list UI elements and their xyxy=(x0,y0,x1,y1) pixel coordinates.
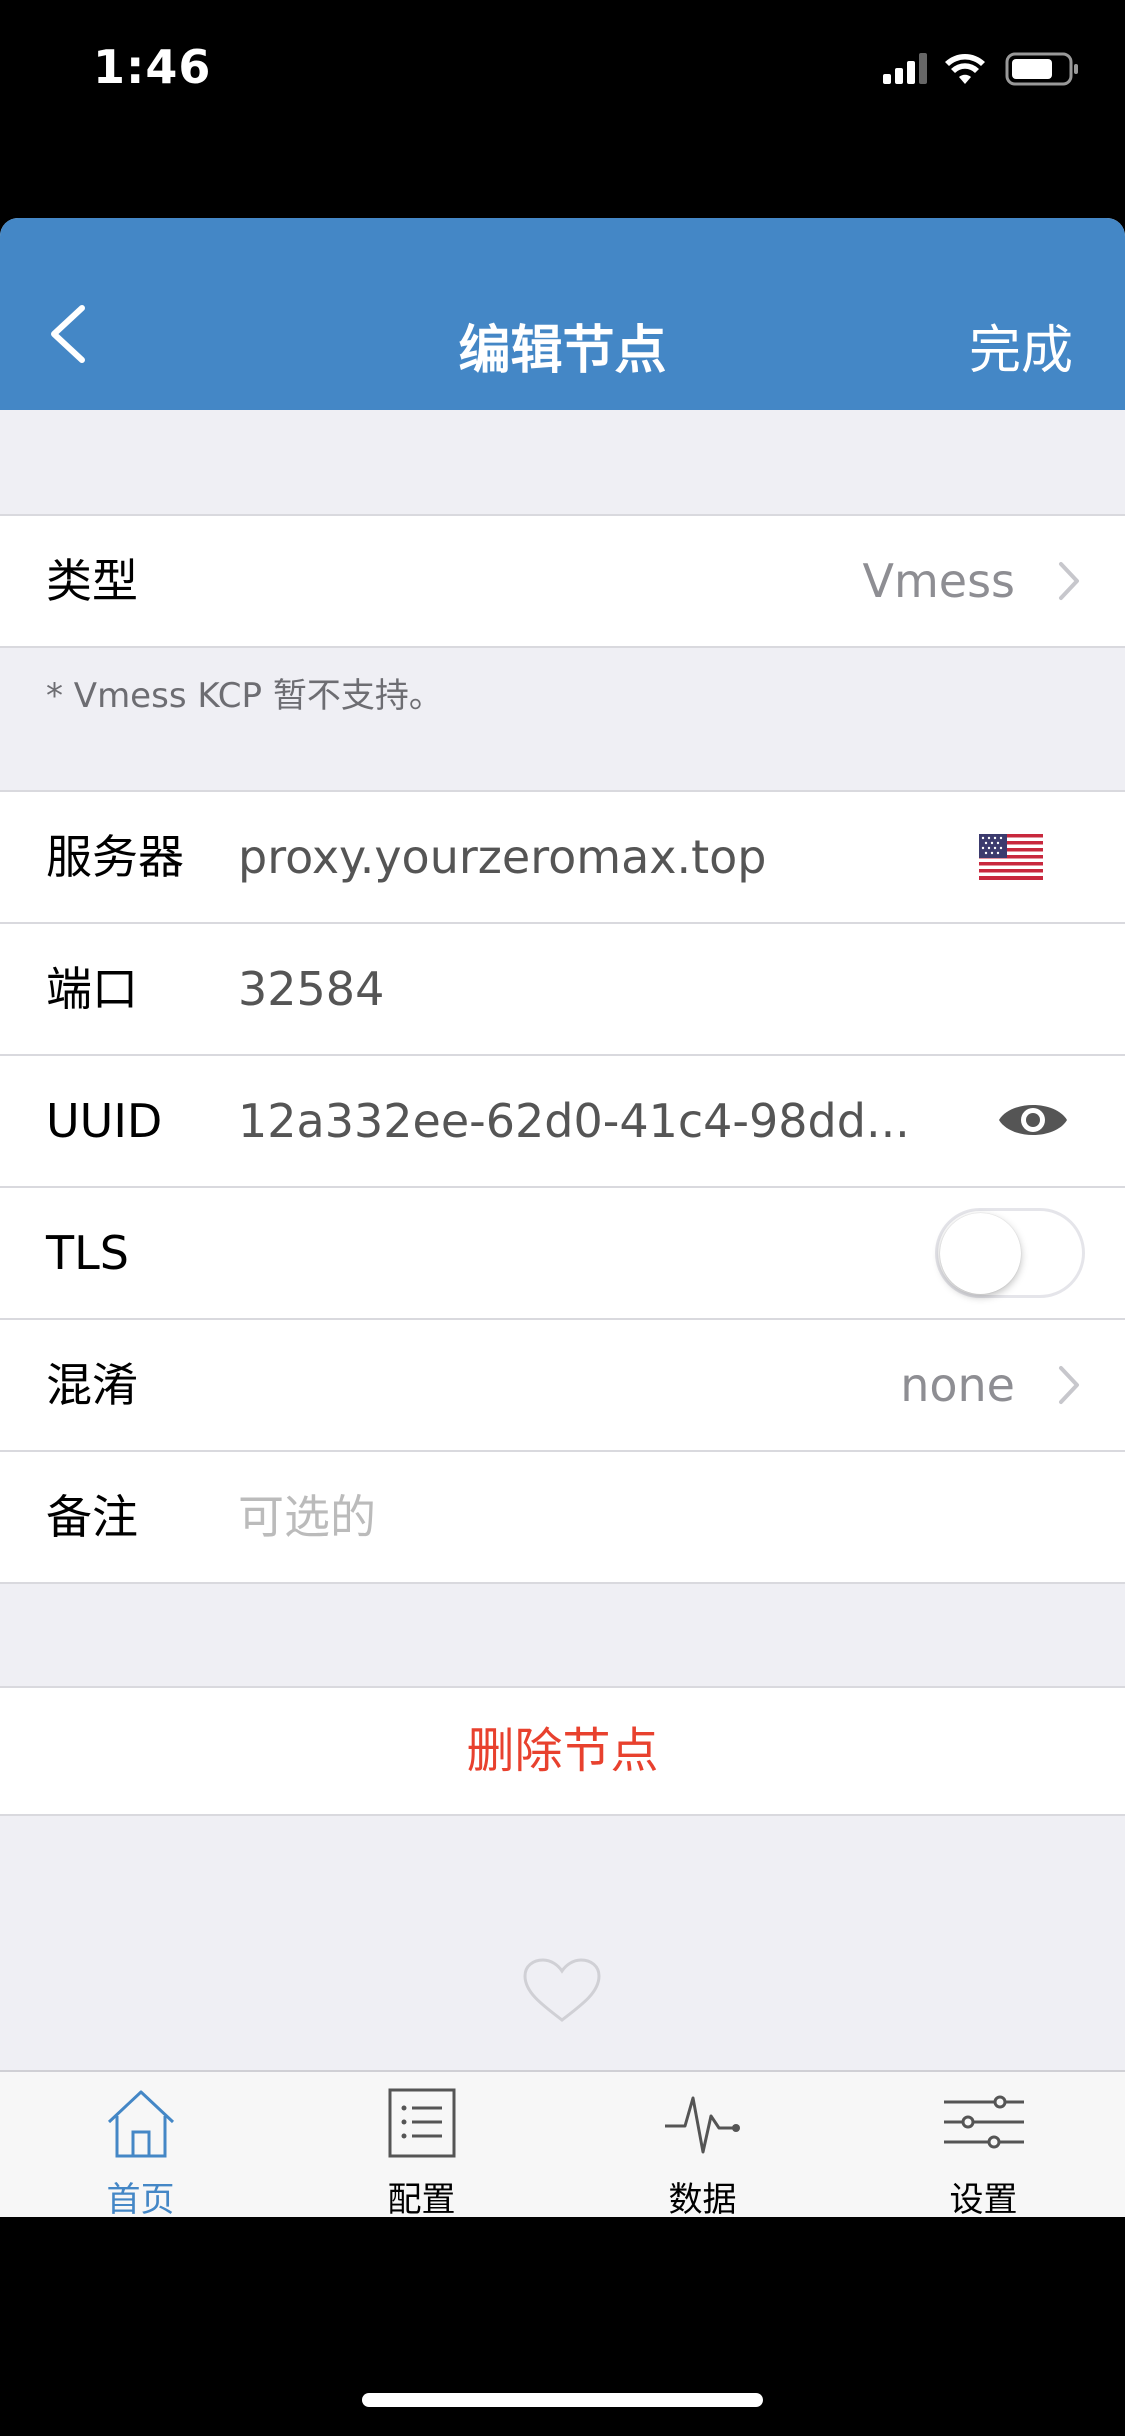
port-row[interactable]: 端口 32584 xyxy=(0,924,1125,1056)
remark-input[interactable]: 可选的 xyxy=(238,1452,376,1582)
server-fields-group: 服务器 proxy.yourzeromax.top 端口 32584 UUID … xyxy=(0,790,1125,1584)
delete-node-button[interactable]: 删除节点 xyxy=(0,1686,1125,1816)
home-icon xyxy=(107,2090,174,2158)
status-time: 1:46 xyxy=(93,40,212,94)
app-screen: 编辑节点 完成 类型 Vmess * Vmess KCP 暂不支持。 服务器 p… xyxy=(0,218,1125,2217)
cellular-signal-icon xyxy=(883,53,927,84)
tls-row: TLS xyxy=(0,1188,1125,1320)
tab-label: 设置 xyxy=(949,2180,1018,2217)
server-row[interactable]: 服务器 proxy.yourzeromax.top xyxy=(0,792,1125,924)
obfs-value: none xyxy=(900,1358,1015,1412)
tls-toggle[interactable] xyxy=(935,1208,1085,1298)
type-value: Vmess xyxy=(862,554,1015,608)
list-icon xyxy=(388,2088,455,2158)
sliders-icon xyxy=(943,2095,1024,2149)
heart-icon xyxy=(523,1958,601,2022)
done-button[interactable]: 完成 xyxy=(969,308,1073,383)
eye-icon[interactable] xyxy=(997,1096,1069,1144)
uuid-row[interactable]: UUID 12a332ee-62d0-41c4-98dd... xyxy=(0,1056,1125,1188)
kcp-note: * Vmess KCP 暂不支持。 xyxy=(46,676,443,716)
tab-label: 首页 xyxy=(106,2180,175,2217)
port-input[interactable]: 32584 xyxy=(238,924,384,1054)
remark-row[interactable]: 备注 可选的 xyxy=(0,1452,1125,1582)
tab-settings[interactable]: 设置 xyxy=(843,2072,1124,2217)
chevron-right-icon xyxy=(1059,1366,1079,1404)
uuid-label: UUID xyxy=(46,1094,163,1148)
chevron-right-icon xyxy=(1059,562,1079,600)
status-bar: 1:46 xyxy=(0,0,1125,140)
page-title: 编辑节点 xyxy=(458,321,667,381)
status-icons xyxy=(883,52,1078,86)
server-input[interactable]: proxy.yourzeromax.top xyxy=(238,792,766,922)
us-flag-icon xyxy=(979,834,1043,880)
uuid-input[interactable]: 12a332ee-62d0-41c4-98dd... xyxy=(238,1056,910,1186)
obfs-row[interactable]: 混淆 none xyxy=(0,1320,1125,1452)
port-label: 端口 xyxy=(46,962,138,1016)
tls-label: TLS xyxy=(46,1226,129,1280)
tab-data[interactable]: 数据 xyxy=(562,2072,843,2217)
tab-bar: 首页 配置 数据 设置 xyxy=(0,2070,1125,2217)
navigation-bar: 编辑节点 完成 xyxy=(0,218,1125,410)
tab-config[interactable]: 配置 xyxy=(281,2072,562,2217)
toggle-knob xyxy=(940,1213,1021,1294)
battery-icon xyxy=(1005,52,1078,86)
obfs-label: 混淆 xyxy=(46,1358,138,1412)
type-row[interactable]: 类型 Vmess xyxy=(0,516,1125,646)
wifi-icon xyxy=(945,54,985,84)
type-label: 类型 xyxy=(46,554,138,608)
remark-label: 备注 xyxy=(46,1490,138,1544)
tab-label: 配置 xyxy=(387,2180,456,2217)
server-label: 服务器 xyxy=(46,830,184,884)
activity-icon xyxy=(664,2096,740,2154)
type-group: 类型 Vmess xyxy=(0,514,1125,648)
tab-home[interactable]: 首页 xyxy=(0,2072,281,2217)
home-indicator[interactable] xyxy=(362,2393,763,2407)
tab-label: 数据 xyxy=(668,2180,737,2217)
